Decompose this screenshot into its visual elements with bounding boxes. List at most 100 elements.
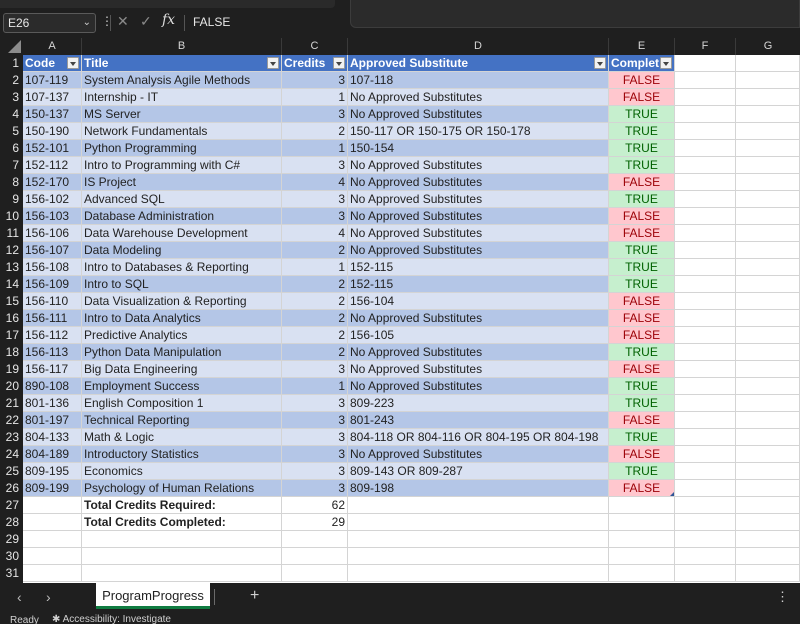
cell-completed[interactable]: TRUE: [609, 242, 675, 259]
cell-code[interactable]: 156-117: [23, 361, 82, 378]
column-header-c[interactable]: C: [282, 38, 348, 55]
cell-empty[interactable]: [736, 412, 800, 429]
cell-code[interactable]: 156-110: [23, 293, 82, 310]
cell-completed[interactable]: FALSE: [609, 446, 675, 463]
cell-credits[interactable]: 3: [282, 480, 348, 497]
cell-credits[interactable]: 3: [282, 191, 348, 208]
cell-empty[interactable]: [675, 463, 736, 480]
cell-empty[interactable]: [736, 242, 800, 259]
cell-title[interactable]: Data Warehouse Development: [82, 225, 282, 242]
total-value[interactable]: 62: [282, 497, 348, 514]
cell-empty[interactable]: [736, 463, 800, 480]
cell-empty[interactable]: [736, 327, 800, 344]
cell-code[interactable]: 809-195: [23, 463, 82, 480]
cell-completed[interactable]: FALSE: [609, 361, 675, 378]
cell-code[interactable]: 150-137: [23, 106, 82, 123]
cell-completed[interactable]: FALSE: [609, 310, 675, 327]
cell-empty[interactable]: [675, 55, 736, 72]
cell-credits[interactable]: 3: [282, 446, 348, 463]
cell-title[interactable]: Internship - IT: [82, 89, 282, 106]
row-header[interactable]: 10: [0, 208, 23, 225]
cell-empty[interactable]: [675, 344, 736, 361]
name-box[interactable]: E26 ⌄: [3, 13, 96, 33]
cell-empty[interactable]: [736, 395, 800, 412]
previous-sheet-icon[interactable]: ‹: [17, 589, 22, 605]
cell-substitute[interactable]: 801-243: [348, 412, 609, 429]
cell-code[interactable]: 107-119: [23, 72, 82, 89]
cell-empty[interactable]: [675, 548, 736, 565]
filter-dropdown-icon[interactable]: [594, 57, 606, 69]
row-header[interactable]: 23: [0, 429, 23, 446]
cell-code[interactable]: 156-111: [23, 310, 82, 327]
cell-empty[interactable]: [675, 208, 736, 225]
cell-empty[interactable]: [675, 531, 736, 548]
cell-substitute[interactable]: 150-154: [348, 140, 609, 157]
row-header[interactable]: 17: [0, 327, 23, 344]
cell-empty[interactable]: [82, 531, 282, 548]
cell-credits[interactable]: 4: [282, 174, 348, 191]
cell-code[interactable]: 890-108: [23, 378, 82, 395]
cell-empty[interactable]: [736, 72, 800, 89]
cell-empty[interactable]: [736, 514, 800, 531]
cell-empty[interactable]: [736, 378, 800, 395]
cell-credits[interactable]: 3: [282, 106, 348, 123]
add-sheet-icon[interactable]: +: [250, 587, 259, 605]
cell-empty[interactable]: [675, 412, 736, 429]
cell-title[interactable]: MS Server: [82, 106, 282, 123]
cell-credits[interactable]: 1: [282, 140, 348, 157]
cell-title[interactable]: System Analysis Agile Methods: [82, 72, 282, 89]
cell-code[interactable]: 156-102: [23, 191, 82, 208]
row-header[interactable]: 18: [0, 344, 23, 361]
cell-empty[interactable]: [736, 89, 800, 106]
cell-empty[interactable]: [23, 548, 82, 565]
more-options-icon[interactable]: ⋮: [101, 14, 113, 28]
column-header-a[interactable]: A: [23, 38, 82, 55]
cell-empty[interactable]: [282, 531, 348, 548]
cell-title[interactable]: Intro to SQL: [82, 276, 282, 293]
cell-substitute[interactable]: No Approved Substitutes: [348, 361, 609, 378]
cell-empty[interactable]: [675, 242, 736, 259]
row-header[interactable]: 26: [0, 480, 23, 497]
cell-empty[interactable]: [675, 225, 736, 242]
row-header[interactable]: 25: [0, 463, 23, 480]
cell-code[interactable]: 152-112: [23, 157, 82, 174]
cell-empty[interactable]: [675, 140, 736, 157]
total-label[interactable]: Total Credits Required:: [82, 497, 282, 514]
cell-substitute[interactable]: 156-105: [348, 327, 609, 344]
cell-substitute[interactable]: 809-223: [348, 395, 609, 412]
row-header[interactable]: 13: [0, 259, 23, 276]
cell-completed[interactable]: FALSE: [609, 327, 675, 344]
row-header[interactable]: 2: [0, 72, 23, 89]
cell-title[interactable]: Introductory Statistics: [82, 446, 282, 463]
cell-title[interactable]: Big Data Engineering: [82, 361, 282, 378]
cell-empty[interactable]: [675, 72, 736, 89]
cell-empty[interactable]: [736, 548, 800, 565]
cell-credits[interactable]: 2: [282, 123, 348, 140]
cell-empty[interactable]: [675, 429, 736, 446]
row-header[interactable]: 7: [0, 157, 23, 174]
cell-title[interactable]: Psychology of Human Relations: [82, 480, 282, 497]
cell-empty[interactable]: [675, 361, 736, 378]
cell-credits[interactable]: 3: [282, 395, 348, 412]
cell-code[interactable]: 156-112: [23, 327, 82, 344]
row-header[interactable]: 31: [0, 565, 23, 582]
cell-empty[interactable]: [675, 497, 736, 514]
cell-empty[interactable]: [609, 514, 675, 531]
cell-completed[interactable]: TRUE: [609, 395, 675, 412]
cell-empty[interactable]: [736, 55, 800, 72]
cell-code[interactable]: 801-136: [23, 395, 82, 412]
cell-empty[interactable]: [675, 123, 736, 140]
cell-empty[interactable]: [675, 259, 736, 276]
cell-empty[interactable]: [736, 531, 800, 548]
cell-credits[interactable]: 3: [282, 429, 348, 446]
cell-empty[interactable]: [736, 429, 800, 446]
row-header[interactable]: 9: [0, 191, 23, 208]
cell-empty[interactable]: [675, 327, 736, 344]
cell-completed[interactable]: TRUE: [609, 344, 675, 361]
cell-credits[interactable]: 2: [282, 310, 348, 327]
cell-empty[interactable]: [675, 514, 736, 531]
cancel-icon[interactable]: ✕: [117, 13, 129, 30]
cell-empty[interactable]: [736, 565, 800, 582]
cell-substitute[interactable]: 804-118 OR 804-116 OR 804-195 OR 804-198: [348, 429, 609, 446]
header-completed[interactable]: Complet: [609, 55, 675, 72]
